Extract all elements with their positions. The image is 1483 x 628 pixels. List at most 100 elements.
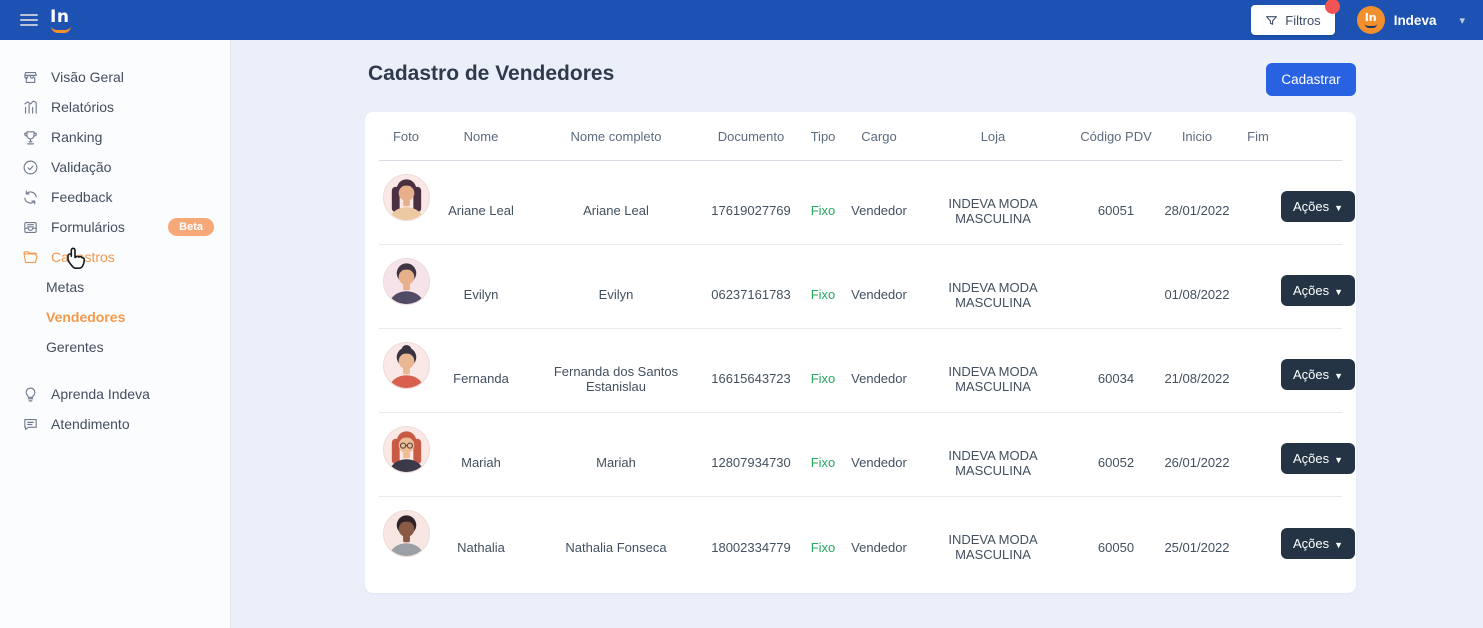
vendor-photo-cell — [381, 342, 431, 389]
vendor-nome: Mariah — [431, 439, 531, 470]
vendor-tipo: Fixo — [801, 355, 845, 386]
sidebar-item-relatorios[interactable]: Relatórios — [0, 92, 230, 122]
vendor-cargo: Vendedor — [845, 439, 913, 470]
sidebar-item-label: Formulários — [51, 219, 125, 235]
vendor-tipo: Fixo — [801, 524, 845, 555]
column-header-cargo: Cargo — [845, 129, 913, 144]
chevron-down-icon[interactable]: ▾ — [1459, 14, 1465, 27]
vendor-inicio: 25/01/2022 — [1159, 524, 1235, 555]
vendor-photo-cell — [381, 510, 431, 557]
sidebar-item-label: Ranking — [51, 129, 102, 145]
storefront-icon — [22, 69, 39, 86]
column-header-documento: Documento — [701, 129, 801, 144]
filters-label: Filtros — [1285, 13, 1320, 28]
vendor-nome-completo: Nathalia Fonseca — [531, 524, 701, 555]
sidebar-item-label: Relatórios — [51, 99, 114, 115]
logo-smile-shape — [51, 26, 71, 33]
vendor-actions-cell: Ações▼ — [1281, 183, 1355, 222]
vendor-nome-completo: Mariah — [531, 439, 701, 470]
column-header-nome-completo: Nome completo — [531, 129, 701, 144]
sidebar: Visão Geral Relatórios Ranking Validação… — [0, 40, 231, 628]
vendor-inicio: 28/01/2022 — [1159, 187, 1235, 218]
notification-dot — [1325, 0, 1340, 14]
logo-text: In — [50, 7, 69, 27]
vendor-loja: INDEVA MODA MASCULINA — [913, 180, 1073, 226]
vendor-fim — [1235, 531, 1281, 547]
topbar: In Filtros In Indeva ▾ — [0, 0, 1483, 40]
sidebar-item-label: Feedback — [51, 189, 112, 205]
sidebar-subitem-gerentes[interactable]: Gerentes — [0, 332, 230, 362]
actions-button[interactable]: Ações▼ — [1281, 443, 1355, 474]
actions-button[interactable]: Ações▼ — [1281, 275, 1355, 306]
vendor-actions-cell: Ações▼ — [1281, 351, 1355, 390]
vendor-photo-cell — [381, 426, 431, 473]
vendor-nome-completo: Fernanda dos Santos Estanislau — [531, 348, 701, 394]
sidebar-item-atendimento[interactable]: Atendimento — [0, 409, 230, 439]
column-header-inicio: Inicio — [1159, 129, 1235, 144]
vendor-documento: 18002334779 — [701, 524, 801, 555]
sidebar-item-ranking[interactable]: Ranking — [0, 122, 230, 152]
vendor-avatar — [383, 342, 430, 389]
user-avatar-text: In — [1365, 13, 1377, 23]
vendor-codigo-pdv: 60050 — [1073, 524, 1159, 555]
vendor-tipo: Fixo — [801, 187, 845, 218]
sidebar-item-label: Cadastros — [51, 249, 115, 265]
vendor-codigo-pdv: 60034 — [1073, 355, 1159, 386]
table-row: Fernanda Fernanda dos Santos Estanislau … — [379, 329, 1342, 413]
vendor-inicio: 26/01/2022 — [1159, 439, 1235, 470]
folder-open-icon — [22, 249, 39, 266]
sidebar-item-aprenda-indeva[interactable]: Aprenda Indeva — [0, 379, 230, 409]
column-header-fim: Fim — [1235, 129, 1281, 144]
vendor-documento: 16615643723 — [701, 355, 801, 386]
sidebar-item-cadastros[interactable]: Cadastros — [0, 242, 230, 272]
column-header-nome: Nome — [431, 129, 531, 144]
filters-button[interactable]: Filtros — [1251, 5, 1334, 35]
sidebar-item-validacao[interactable]: Validação — [0, 152, 230, 182]
sidebar-item-label: Visão Geral — [51, 69, 124, 85]
sidebar-item-label: Aprenda Indeva — [51, 386, 150, 402]
vendor-loja: INDEVA MODA MASCULINA — [913, 432, 1073, 478]
vendor-codigo-pdv: 60052 — [1073, 439, 1159, 470]
register-button[interactable]: Cadastrar — [1266, 63, 1356, 96]
trophy-icon — [22, 129, 39, 146]
user-avatar: In — [1357, 6, 1385, 34]
table-body: Ariane Leal Ariane Leal 17619027769 Fixo… — [365, 161, 1356, 581]
sidebar-item-formularios[interactable]: Formulários Beta — [0, 212, 230, 242]
vendor-cargo: Vendedor — [845, 187, 913, 218]
vendor-actions-cell: Ações▼ — [1281, 520, 1355, 559]
vendor-codigo-pdv — [1073, 279, 1159, 295]
vendor-documento: 17619027769 — [701, 187, 801, 218]
chat-icon — [22, 416, 39, 433]
vendor-codigo-pdv: 60051 — [1073, 187, 1159, 218]
actions-button[interactable]: Ações▼ — [1281, 359, 1355, 390]
vendor-nome: Evilyn — [431, 271, 531, 302]
vendor-avatar — [383, 174, 430, 221]
vendor-nome: Ariane Leal — [431, 187, 531, 218]
vendor-avatar — [383, 510, 430, 557]
vendor-tipo: Fixo — [801, 439, 845, 470]
sidebar-subitem-label: Gerentes — [46, 339, 104, 355]
sidebar-item-feedback[interactable]: Feedback — [0, 182, 230, 212]
vendor-loja: INDEVA MODA MASCULINA — [913, 348, 1073, 394]
vendor-tipo: Fixo — [801, 271, 845, 302]
actions-button[interactable]: Ações▼ — [1281, 191, 1355, 222]
sync-icon — [22, 189, 39, 206]
user-avatar-smile-shape — [1365, 24, 1377, 28]
actions-button[interactable]: Ações▼ — [1281, 528, 1355, 559]
vendor-fim — [1235, 363, 1281, 379]
hamburger-menu-icon[interactable] — [20, 11, 38, 29]
vendor-photo-cell — [381, 174, 431, 221]
vendor-loja: INDEVA MODA MASCULINA — [913, 264, 1073, 310]
vendor-nome: Nathalia — [431, 524, 531, 555]
table-header-row: Foto Nome Nome completo Documento Tipo C… — [379, 112, 1342, 161]
vendor-fim — [1235, 447, 1281, 463]
vendor-avatar — [383, 258, 430, 305]
app-logo[interactable]: In — [50, 7, 76, 33]
sidebar-subitem-vendedores[interactable]: Vendedores — [0, 302, 230, 332]
sidebar-item-label: Validação — [51, 159, 111, 175]
sidebar-subitem-metas[interactable]: Metas — [0, 272, 230, 302]
user-menu[interactable]: In Indeva ▾ — [1357, 6, 1465, 34]
sidebar-item-visao-geral[interactable]: Visão Geral — [0, 62, 230, 92]
sidebar-item-label: Atendimento — [51, 416, 130, 432]
vendor-nome-completo: Evilyn — [531, 271, 701, 302]
